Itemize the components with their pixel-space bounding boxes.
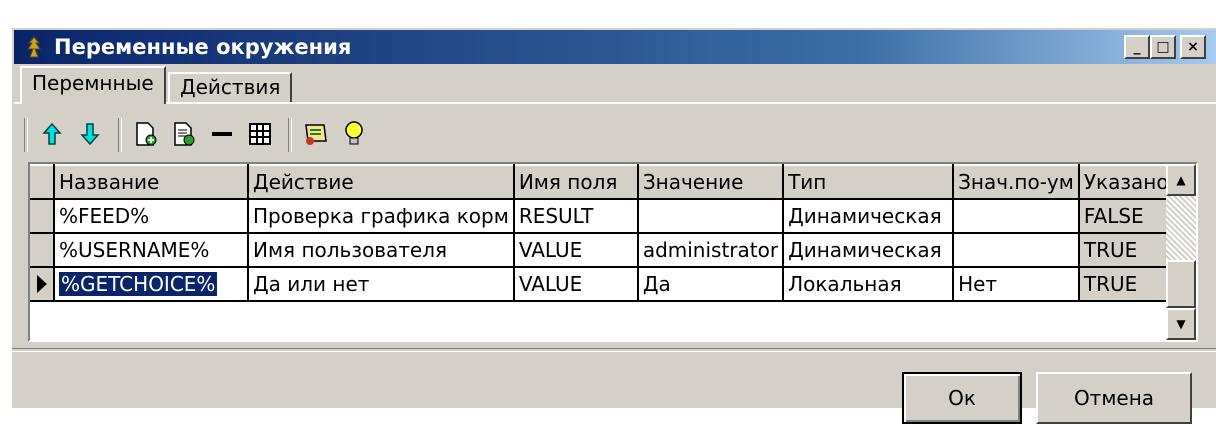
cell-field-name[interactable]: VALUE [513, 233, 639, 268]
table-row[interactable]: %FEED% Проверка графика корм RESULT Дина… [30, 199, 1182, 234]
title-bar[interactable]: Переменные окружения _ □ × [14, 30, 1216, 64]
tab-actions[interactable]: Действия [168, 72, 293, 104]
app-icon [27, 36, 41, 58]
scrollbar-track[interactable] [1166, 196, 1196, 260]
cancel-button[interactable]: Отмена [1036, 372, 1192, 424]
cell-name[interactable]: %FEED% [54, 199, 249, 234]
cell-field-name[interactable]: VALUE [513, 267, 639, 302]
cell-type[interactable]: Динамическая [783, 199, 955, 234]
toolbar-separator [118, 118, 122, 152]
row-indicator[interactable] [30, 199, 55, 234]
grid-button[interactable] [242, 116, 278, 152]
move-up-button[interactable] [34, 116, 70, 152]
scroll-up-button[interactable]: ▲ [1166, 164, 1196, 196]
cell-value[interactable] [637, 199, 785, 234]
toolbar-separator [24, 118, 28, 152]
delete-button[interactable] [204, 116, 240, 152]
scroll-down-button[interactable]: ▼ [1166, 308, 1196, 340]
row-indicator-current[interactable] [30, 267, 55, 302]
tab-panel-border [14, 102, 1216, 104]
lightbulb-icon [345, 121, 363, 145]
cell-type[interactable]: Локальная [783, 267, 955, 302]
grid-icon [249, 123, 271, 145]
scroll-down-icon: ▼ [1176, 317, 1186, 331]
cell-field-name[interactable]: RESULT [513, 199, 639, 234]
scrollbar-thumb[interactable] [1166, 260, 1196, 308]
edit-script-button[interactable] [298, 116, 334, 152]
cell-value[interactable]: administrator [637, 233, 785, 268]
cell-value[interactable]: Да [637, 267, 785, 302]
maximize-icon: □ [1156, 39, 1170, 55]
maximize-button[interactable]: □ [1150, 35, 1176, 59]
table-row[interactable]: %USERNAME% Имя пользователя VALUE admini… [30, 233, 1182, 268]
cell-name[interactable]: %USERNAME% [54, 233, 249, 268]
script-icon [305, 124, 327, 145]
column-header-default[interactable]: Знач.по-ум [953, 164, 1080, 200]
row-indicator[interactable] [30, 233, 55, 268]
variables-table: Название Действие Имя поля Значение Тип … [30, 164, 1182, 302]
close-icon: × [1187, 39, 1199, 55]
vertical-scrollbar[interactable]: ▲ ▼ [1166, 164, 1196, 340]
footer-separator [12, 348, 1216, 352]
column-header-field-name[interactable]: Имя поля [513, 164, 639, 200]
add-button[interactable] [128, 116, 164, 152]
copy-button[interactable] [166, 116, 202, 152]
cell-action[interactable]: Имя пользователя [248, 233, 515, 268]
cell-type[interactable]: Динамическая [783, 233, 955, 268]
scroll-up-icon: ▲ [1176, 173, 1186, 187]
row-indicator-header [30, 164, 55, 200]
move-down-button[interactable] [72, 116, 108, 152]
minimize-button[interactable]: _ [1124, 35, 1150, 59]
selected-cell-text: %GETCHOICE% [59, 272, 218, 296]
variables-grid[interactable]: Название Действие Имя поля Значение Тип … [28, 162, 1198, 342]
cell-default[interactable] [953, 199, 1080, 234]
tab-variables[interactable]: Перемнные [20, 66, 166, 104]
cell-action[interactable]: Проверка графика корм [248, 199, 515, 234]
copy-document-icon [174, 122, 195, 146]
column-header-value[interactable]: Значение [637, 164, 785, 200]
column-header-action[interactable]: Действие [248, 164, 515, 200]
column-header-name[interactable]: Название [54, 164, 249, 200]
toolbar-separator [288, 118, 292, 152]
minus-icon [212, 132, 232, 136]
arrow-up-icon [42, 122, 62, 145]
new-document-icon [136, 122, 157, 146]
window-title: Переменные окружения [54, 35, 352, 59]
table-header-row: Название Действие Имя поля Значение Тип … [30, 164, 1182, 200]
hint-button[interactable] [336, 116, 372, 152]
environment-variables-window: Переменные окружения _ □ × Перемнные Дей… [10, 26, 1216, 424]
cell-default[interactable] [953, 233, 1080, 268]
current-row-arrow-icon [37, 275, 47, 293]
minimize-icon: _ [1133, 39, 1141, 55]
ok-button[interactable]: Ок [902, 372, 1022, 424]
cell-action[interactable]: Да или нет [248, 267, 515, 302]
arrow-down-icon [80, 123, 100, 146]
cell-name[interactable]: %GETCHOICE% [54, 267, 249, 302]
close-button[interactable]: × [1180, 35, 1206, 59]
column-header-type[interactable]: Тип [783, 164, 955, 200]
table-row-selected[interactable]: %GETCHOICE% Да или нет VALUE Да Локальна… [30, 267, 1182, 302]
cell-default[interactable]: Нет [953, 267, 1080, 302]
